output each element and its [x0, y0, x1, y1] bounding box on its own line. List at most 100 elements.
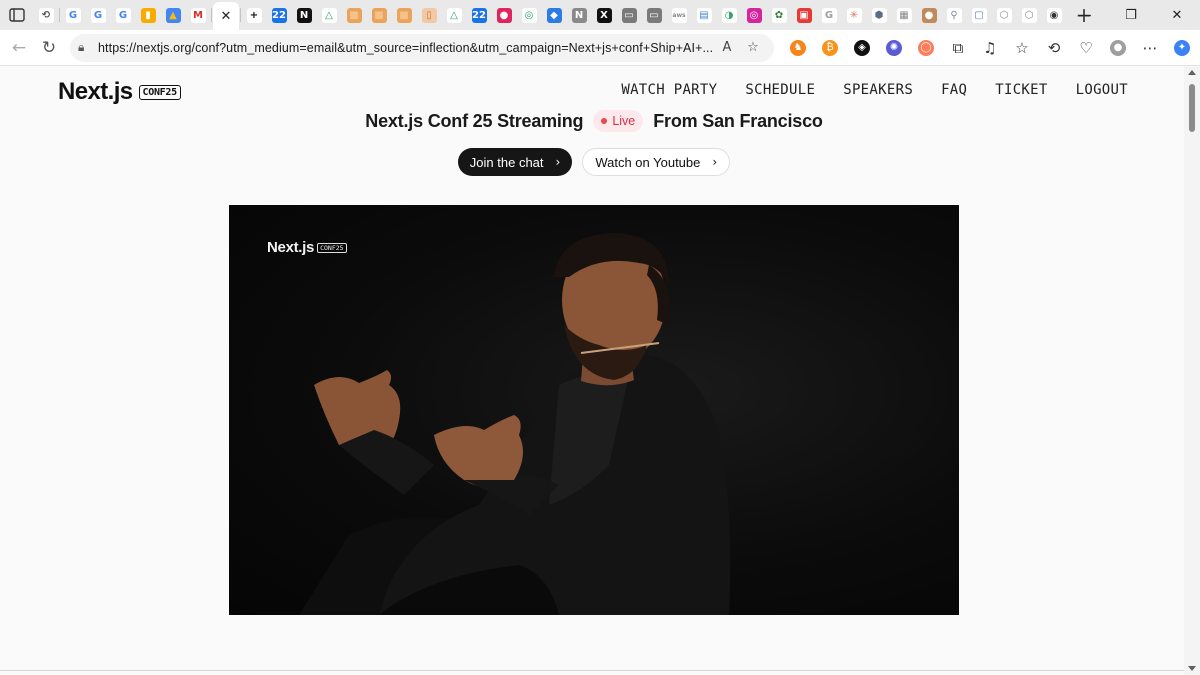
browser-tab[interactable]: ◆ [542, 3, 566, 27]
browser-tab[interactable]: ◑ [717, 3, 741, 27]
analytics-icon: ▮ [140, 7, 156, 23]
nav-ticket[interactable]: TICKET [995, 82, 1047, 98]
browser-tab[interactable]: ⚲ [942, 3, 966, 27]
google-icon: G [821, 7, 837, 23]
more-button[interactable]: ⋯ [1134, 34, 1166, 62]
scrollbar[interactable] [1184, 66, 1200, 675]
favorites-button[interactable]: ☆ [1006, 34, 1038, 62]
browser-tab[interactable]: ⟲ [34, 3, 58, 27]
copilot-button[interactable]: ✦ [1166, 34, 1198, 62]
join-chat-button[interactable]: Join the chat › [457, 148, 573, 176]
browser-tab[interactable]: N [567, 3, 591, 27]
browser-tab[interactable]: aws [667, 3, 691, 27]
live-dot-icon [601, 118, 608, 124]
box-icon: ■ [371, 7, 387, 23]
google-icon: G [115, 7, 131, 23]
browser-tab[interactable]: ▮ [136, 3, 160, 27]
profile-icon: ● [1110, 39, 1126, 56]
browser-tab[interactable]: G [111, 3, 135, 27]
address-bar[interactable]: 🔒︎ https://nextjs.org/conf?utm_medium=em… [70, 33, 774, 62]
bottle-icon: ▯ [421, 7, 437, 23]
browser-tab[interactable]: ◎ [742, 3, 766, 27]
coin-button[interactable]: ₿ [814, 34, 846, 62]
url-text[interactable]: https://nextjs.org/conf?utm_medium=email… [98, 41, 714, 55]
tab-actions-icon [9, 8, 25, 22]
browser-tab[interactable]: ▦ [892, 3, 916, 27]
ring-button[interactable]: ◯ [910, 34, 942, 62]
scroll-up-icon[interactable] [1188, 70, 1196, 75]
browser-tab[interactable]: ▢ [967, 3, 991, 27]
browser-tab[interactable]: ■ [367, 3, 391, 27]
browser-tab[interactable]: ⬡ [992, 3, 1016, 27]
browser-tab[interactable]: ■ [342, 3, 366, 27]
nav-watch-party[interactable]: WATCH PARTY [621, 82, 717, 98]
profile-button[interactable]: ● [1102, 34, 1134, 62]
ads-icon: ▲ [165, 7, 181, 23]
browser-tab[interactable]: △ [442, 3, 466, 27]
read-aloud-icon[interactable]: A [714, 40, 740, 55]
browser-tab[interactable]: ▯ [417, 3, 441, 27]
stream-headline: Next.js Conf 25 Streaming Live From San … [0, 110, 1188, 132]
tab-separator [240, 8, 241, 22]
browser-tab[interactable]: G [61, 3, 85, 27]
gear-button[interactable]: ✺ [878, 34, 910, 62]
browser-tab[interactable]: ◎ [517, 3, 541, 27]
browser-tab[interactable]: 22 [267, 3, 291, 27]
health-button[interactable]: ♡ [1070, 34, 1102, 62]
page-divider [0, 670, 1184, 671]
grid-icon: ▦ [896, 7, 912, 23]
browser-tab[interactable]: M [186, 3, 210, 27]
browser-tab[interactable]: G [86, 3, 110, 27]
nav-logout[interactable]: LOGOUT [1076, 82, 1128, 98]
site-logo[interactable]: Next.js CONF25 [58, 78, 181, 106]
chat-icon: ● [496, 7, 512, 23]
watch-youtube-button[interactable]: Watch on Youtube › [582, 148, 731, 176]
active-tab[interactable]: ✕ [213, 2, 239, 30]
cta-row: Join the chat › Watch on Youtube › [0, 148, 1188, 176]
calendar-icon: 22 [471, 7, 487, 23]
restore-button[interactable]: ❐ [1108, 0, 1154, 30]
browser-tab[interactable]: ▭ [617, 3, 641, 27]
metamask-button[interactable]: ♞ [782, 34, 814, 62]
browser-tab[interactable]: ▤ [692, 3, 716, 27]
scroll-down-icon[interactable] [1188, 666, 1196, 671]
browser-tab[interactable]: ⬢ [867, 3, 891, 27]
nav-faq[interactable]: FAQ [941, 82, 967, 98]
nav-schedule[interactable]: SCHEDULE [745, 82, 815, 98]
wallet-button[interactable]: ◈ [846, 34, 878, 62]
browser-tab[interactable]: ■ [392, 3, 416, 27]
browser-tab[interactable]: ✿ [767, 3, 791, 27]
video-player[interactable]: Next.js CONF25 [229, 205, 959, 615]
nav-speakers[interactable]: SPEAKERS [843, 82, 913, 98]
music-button[interactable]: ♫ [974, 34, 1006, 62]
refresh-button[interactable]: ↻ [34, 33, 64, 63]
watch-youtube-label: Watch on Youtube [595, 154, 701, 170]
browser-tab[interactable]: 22 [467, 3, 491, 27]
gear-icon: ✺ [886, 39, 902, 56]
browser-tab[interactable]: ▲ [161, 3, 185, 27]
browser-tab[interactable]: ▣ [792, 3, 816, 27]
browser-tab[interactable]: X [592, 3, 616, 27]
circle-icon: ◑ [721, 7, 737, 23]
back-button[interactable]: ← [4, 33, 34, 63]
browser-tab[interactable]: ● [492, 3, 516, 27]
browser-tab[interactable]: ⬡ [1017, 3, 1041, 27]
tab-actions-button[interactable] [0, 0, 34, 30]
scroll-thumb[interactable] [1189, 84, 1195, 132]
browser-tab[interactable]: △ [317, 3, 341, 27]
chevron-right-icon: › [712, 155, 718, 169]
favorite-star-icon[interactable]: ☆ [740, 40, 766, 55]
history-button[interactable]: ⟲ [1038, 34, 1070, 62]
browser-tab[interactable]: ● [917, 3, 941, 27]
minimize-button[interactable]: — [1062, 0, 1108, 30]
browser-tab[interactable]: G [817, 3, 841, 27]
browser-tab[interactable]: ▭ [642, 3, 666, 27]
lock-icon[interactable]: 🔒︎ [78, 40, 98, 55]
close-window-button[interactable]: ✕ [1154, 0, 1200, 30]
puzzle-button[interactable]: ⧉ [942, 34, 974, 62]
headline-right: From San Francisco [653, 110, 823, 131]
browser-tab[interactable]: ✳ [842, 3, 866, 27]
browser-tab[interactable]: N [292, 3, 316, 27]
live-badge: Live [593, 110, 644, 132]
browser-tab[interactable]: + [242, 3, 266, 27]
